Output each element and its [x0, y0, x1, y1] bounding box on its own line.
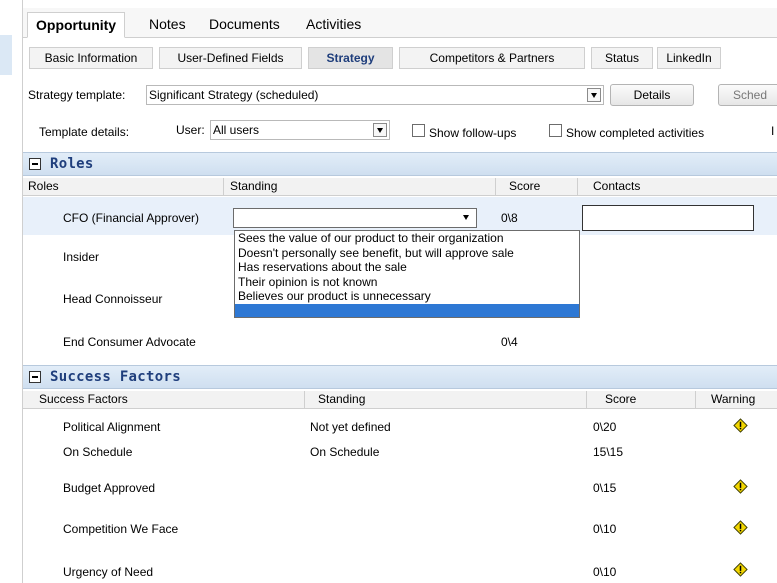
standing-option[interactable]: Sees the value of our product to their o… — [235, 231, 579, 246]
factor-name: Competition We Face — [63, 522, 179, 536]
warning-diamond-icon — [733, 418, 748, 433]
subtab-linkedin[interactable]: LinkedIn — [657, 47, 721, 69]
role-score: 0\8 — [501, 211, 518, 225]
standing-option-selected[interactable] — [235, 303, 579, 317]
subtab-strategy[interactable]: Strategy — [308, 47, 393, 69]
chevron-down-icon[interactable] — [373, 123, 387, 137]
strategy-template-label: Strategy template: — [28, 88, 126, 102]
standing-dropdown-list[interactable]: Sees the value of our product to their o… — [234, 230, 580, 318]
opportunity-window: Opportunity Notes Documents Activities B… — [22, 0, 777, 583]
tab-documents[interactable]: Documents — [209, 12, 280, 38]
factor-score: 0\15 — [593, 481, 617, 495]
success-factors-column-header: Success Factors Standing Score Warning — [23, 391, 777, 409]
roles-section-header[interactable]: Roles — [23, 152, 777, 176]
success-factors-section-title: Success Factors — [50, 369, 181, 385]
tab-opportunity[interactable]: Opportunity — [27, 12, 126, 38]
show-followups-label: Show follow-ups — [429, 126, 517, 140]
tab-notes[interactable]: Notes — [149, 12, 186, 38]
factor-name: Urgency of Need — [63, 565, 154, 579]
factor-score: 0\10 — [593, 565, 617, 579]
minus-box-icon[interactable] — [29, 371, 41, 383]
standing-option[interactable]: Has reservations about the sale — [235, 260, 579, 275]
show-completed-checkbox[interactable] — [549, 124, 562, 137]
standing-option[interactable]: Believes our product is unnecessary — [235, 289, 579, 304]
show-completed-label: Show completed activities — [566, 126, 705, 140]
col-score: Score — [605, 392, 637, 406]
left-gutter — [0, 0, 22, 583]
col-contacts: Contacts — [593, 179, 641, 193]
tab-activities[interactable]: Activities — [306, 12, 361, 38]
factor-standing: Not yet defined — [310, 420, 391, 434]
template-details-label: Template details: — [39, 125, 130, 139]
schedule-button[interactable]: Sched — [718, 84, 777, 106]
details-button[interactable]: Details — [610, 84, 694, 106]
warning-diamond-icon — [733, 562, 748, 577]
show-followups-checkbox[interactable] — [412, 124, 425, 137]
factor-name: Political Alignment — [63, 420, 161, 434]
truncated-label: I — [771, 124, 775, 138]
contacts-field[interactable] — [582, 205, 754, 231]
col-standing: Standing — [318, 392, 366, 406]
standing-option[interactable]: Doesn't personally see benefit, but will… — [235, 246, 579, 261]
user-select-value: All users — [213, 123, 260, 137]
chevron-down-icon[interactable] — [460, 211, 474, 225]
roles-column-header: Roles Standing Score Contacts — [23, 178, 777, 196]
role-name: Insider — [63, 250, 100, 264]
standing-option[interactable]: Their opinion is not known — [235, 275, 579, 290]
sub-tab-bar: Basic Information User-Defined Fields St… — [23, 38, 777, 76]
col-warning: Warning — [711, 392, 756, 406]
col-standing: Standing — [230, 179, 278, 193]
col-score: Score — [509, 179, 541, 193]
main-tab-bar: Opportunity Notes Documents Activities — [23, 8, 777, 38]
standing-select[interactable] — [233, 208, 477, 228]
strategy-template-value: Significant Strategy (scheduled) — [149, 88, 319, 102]
factor-name: On Schedule — [63, 445, 133, 459]
warning-diamond-icon — [733, 479, 748, 494]
user-label: User: — [176, 123, 205, 137]
subtab-basic-information[interactable]: Basic Information — [29, 47, 153, 69]
col-success-factors: Success Factors — [39, 392, 128, 406]
role-score: 0\4 — [501, 335, 518, 349]
role-name: CFO (Financial Approver) — [63, 211, 200, 225]
success-factors-section-header[interactable]: Success Factors — [23, 365, 777, 389]
minus-box-icon[interactable] — [29, 158, 41, 170]
subtab-status[interactable]: Status — [591, 47, 653, 69]
subtab-user-defined-fields[interactable]: User-Defined Fields — [159, 47, 302, 69]
factor-standing: On Schedule — [310, 445, 380, 459]
roles-section-title: Roles — [50, 156, 94, 172]
role-name: Head Connoisseur — [63, 292, 163, 306]
left-gutter-accent — [0, 35, 12, 75]
strategy-template-select[interactable]: Significant Strategy (scheduled) — [146, 85, 604, 105]
factor-name: Budget Approved — [63, 481, 156, 495]
col-roles: Roles — [28, 179, 59, 193]
user-select[interactable]: All users — [210, 120, 390, 140]
factor-score: 15\15 — [593, 445, 624, 459]
factor-score: 0\10 — [593, 522, 617, 536]
factor-score: 0\20 — [593, 420, 617, 434]
warning-diamond-icon — [733, 520, 748, 535]
chevron-down-icon[interactable] — [587, 88, 601, 102]
role-name: End Consumer Advocate — [63, 335, 196, 349]
subtab-competitors-partners[interactable]: Competitors & Partners — [399, 47, 585, 69]
